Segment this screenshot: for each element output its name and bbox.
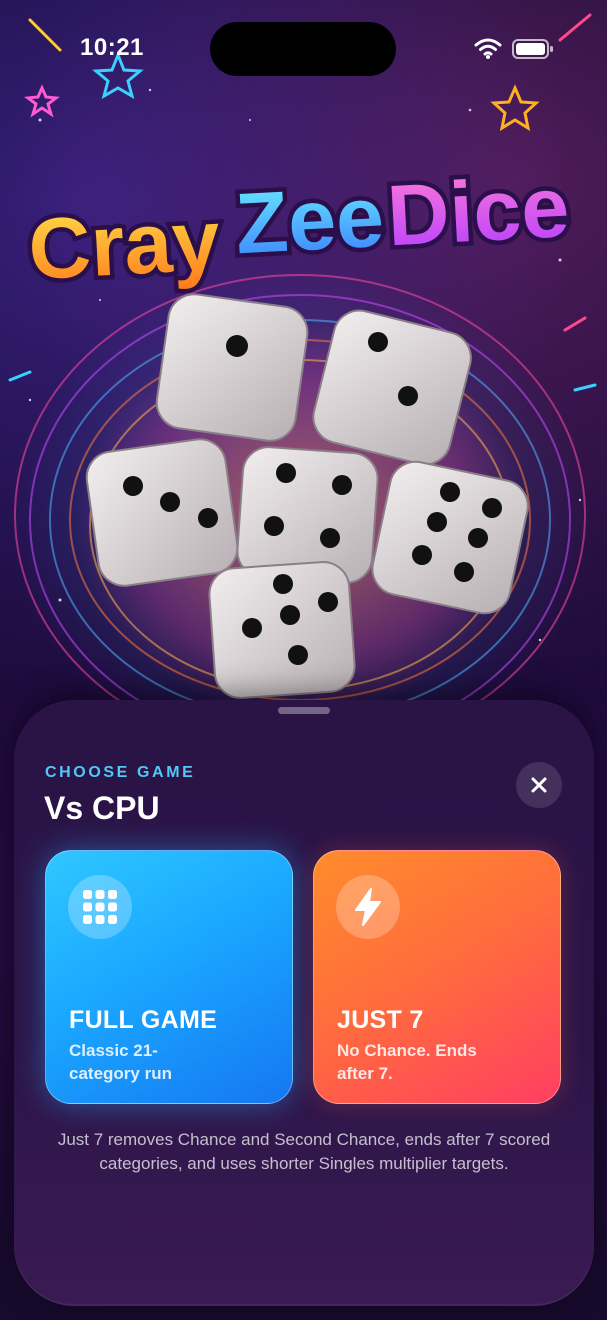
sheet-grabber[interactable] (278, 707, 330, 714)
full-game-title: FULL GAME (69, 1006, 218, 1034)
game-mode-sheet: CHOOSE GAME Vs CPU FULL GAME Classic 21-… (14, 700, 594, 1306)
mode-footnote: Just 7 removes Chance and Second Chance,… (57, 1130, 551, 1173)
battery-icon (512, 39, 553, 59)
sheet-eyebrow: CHOOSE GAME (45, 764, 196, 781)
dice-illustration (85, 293, 529, 699)
wifi-icon (474, 38, 502, 59)
status-time: 10:21 (80, 34, 144, 61)
sheet-title: Vs CPU (44, 790, 160, 826)
close-icon (531, 777, 547, 793)
app-logo: Cray Zee Dice (22, 154, 576, 300)
full-game-card[interactable]: FULL GAME Classic 21-category run (45, 850, 293, 1104)
just-7-card[interactable]: JUST 7 No Chance. Ends after 7. (313, 850, 561, 1104)
status-bar: 10:21 (0, 0, 607, 100)
logo-word-dice: Dice (385, 159, 571, 264)
grid-icon (68, 875, 132, 939)
logo-word-zee: Zee (233, 169, 386, 273)
full-game-subtitle: Classic 21-category run (69, 1041, 172, 1083)
dynamic-island (210, 22, 396, 76)
lightning-icon (336, 875, 400, 939)
just-7-title: JUST 7 (337, 1006, 424, 1034)
close-button[interactable] (516, 762, 562, 808)
just-7-subtitle: No Chance. Ends after 7. (337, 1041, 477, 1083)
